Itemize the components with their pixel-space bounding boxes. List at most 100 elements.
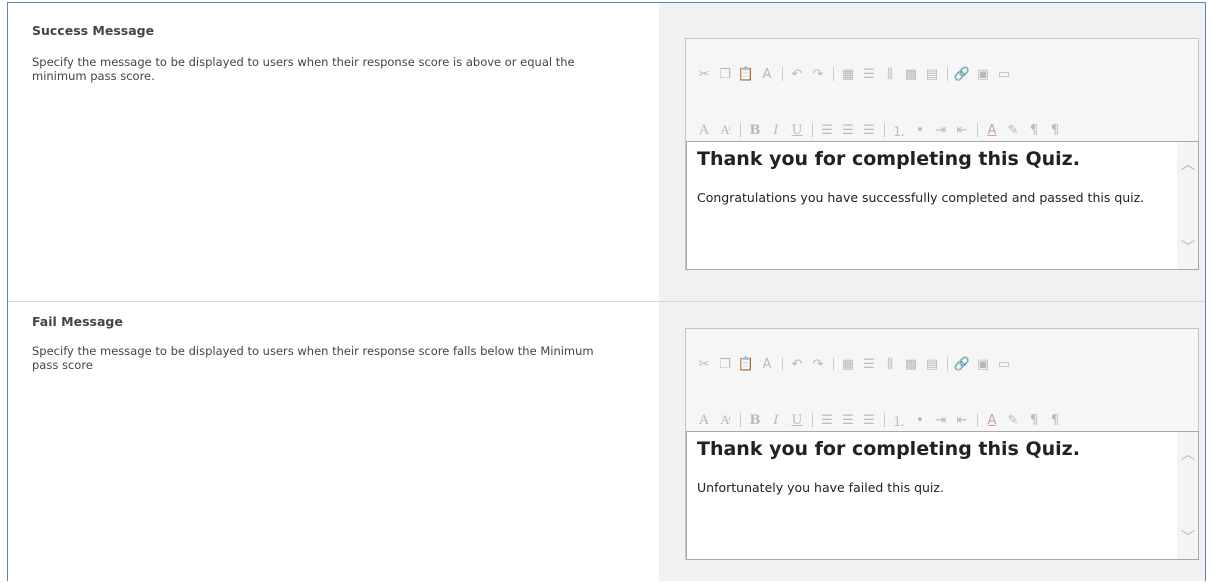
undo-icon[interactable]: ↶ [787, 354, 807, 374]
toolbar-separator [782, 357, 783, 371]
fail-editor-scrollbar[interactable]: ︿ ﹀ [1177, 431, 1199, 560]
insert-field-icon[interactable]: ▭ [994, 354, 1014, 374]
insert-column-icon[interactable]: ⫼ [880, 354, 900, 374]
toolbar-separator [782, 67, 783, 81]
insert-column-icon[interactable]: ⫼ [880, 64, 900, 84]
highlight-icon[interactable]: ✎ [1003, 120, 1023, 140]
link-icon[interactable]: 🔗 [952, 64, 972, 84]
font-icon[interactable]: A [694, 120, 714, 140]
underline-icon[interactable]: U [787, 120, 807, 140]
spellcheck-icon[interactable]: A [757, 354, 777, 374]
toolbar-separator [833, 67, 834, 81]
italic-icon[interactable]: I [766, 410, 786, 430]
success-message-title: Success Message [32, 23, 155, 38]
redo-icon[interactable]: ↷ [808, 354, 828, 374]
toolbar-separator [977, 413, 978, 427]
toolbar-separator [947, 357, 948, 371]
success-editor-content[interactable]: Thank you for completing this Quiz. Cong… [686, 141, 1178, 270]
toolbar-separator [740, 413, 741, 427]
align-center-icon[interactable]: ☰ [838, 410, 858, 430]
numbered-list-icon[interactable]: ⒈ [889, 410, 909, 430]
table-properties-icon[interactable]: ▤ [922, 64, 942, 84]
fail-editor-body: Unfortunately you have failed this quiz. [697, 480, 944, 495]
font-color-icon[interactable]: A [982, 410, 1002, 430]
outdent-icon[interactable]: ⇤ [952, 410, 972, 430]
success-editor-heading: Thank you for completing this Quiz. [697, 148, 1080, 170]
rtl-icon[interactable]: ¶ [1045, 120, 1065, 140]
fail-editor-heading: Thank you for completing this Quiz. [697, 438, 1080, 460]
font-size-icon[interactable]: Aͥ [715, 410, 735, 430]
quiz-message-settings: Success Message Specify the message to b… [7, 2, 1206, 581]
align-left-icon[interactable]: ☰ [817, 410, 837, 430]
success-rich-text-editor: ✂ ❐ 📋 A ↶ ↷ ▦ ☰ ⫼ ▩ ▤ 🔗 ▣ ▭ A Aͥ B I U ☰… [685, 38, 1199, 270]
table-icon[interactable]: ▦ [838, 64, 858, 84]
bullet-list-icon[interactable]: • [910, 120, 930, 140]
ltr-icon[interactable]: ¶ [1024, 410, 1044, 430]
insert-field-icon[interactable]: ▭ [994, 64, 1014, 84]
paste-icon[interactable]: 📋 [736, 64, 756, 84]
indent-icon[interactable]: ⇥ [931, 120, 951, 140]
align-left-icon[interactable]: ☰ [817, 120, 837, 140]
copy-icon[interactable]: ❐ [715, 354, 735, 374]
copy-icon[interactable]: ❐ [715, 64, 735, 84]
chevron-up-icon[interactable]: ︿ [1180, 156, 1196, 173]
font-color-icon[interactable]: A [982, 120, 1002, 140]
success-editor-scrollbar[interactable]: ︿ ﹀ [1177, 141, 1199, 270]
underline-icon[interactable]: U [787, 410, 807, 430]
insert-row-icon[interactable]: ☰ [859, 354, 879, 374]
cut-icon[interactable]: ✂ [694, 64, 714, 84]
grid-icon[interactable]: ▩ [901, 64, 921, 84]
rtl-icon[interactable]: ¶ [1045, 410, 1065, 430]
indent-icon[interactable]: ⇥ [931, 410, 951, 430]
image-icon[interactable]: ▣ [973, 64, 993, 84]
toolbar-separator [812, 413, 813, 427]
spellcheck-icon[interactable]: A [757, 64, 777, 84]
editor-toolbar-row-2: A Aͥ B I U ☰ ☰ ☰ ⒈ • ⇥ ⇤ A ✎ ¶ ¶ [694, 119, 1066, 141]
link-icon[interactable]: 🔗 [952, 354, 972, 374]
fail-message-label-panel: Fail Message Specify the message to be d… [8, 302, 659, 581]
success-message-section: Success Message Specify the message to b… [8, 3, 1205, 301]
table-icon[interactable]: ▦ [838, 354, 858, 374]
editor-toolbar-row-1: ✂ ❐ 📋 A ↶ ↷ ▦ ☰ ⫼ ▩ ▤ 🔗 ▣ ▭ [694, 63, 1015, 85]
font-size-icon[interactable]: Aͥ [715, 120, 735, 140]
image-icon[interactable]: ▣ [973, 354, 993, 374]
font-icon[interactable]: A [694, 410, 714, 430]
fail-message-description: Specify the message to be displayed to u… [32, 344, 594, 372]
chevron-down-icon[interactable]: ﹀ [1180, 239, 1196, 256]
editor-toolbar-row-2: A Aͥ B I U ☰ ☰ ☰ ⒈ • ⇥ ⇤ A ✎ ¶ ¶ [694, 409, 1066, 431]
redo-icon[interactable]: ↷ [808, 64, 828, 84]
bullet-list-icon[interactable]: • [910, 410, 930, 430]
bold-icon[interactable]: B [745, 120, 765, 140]
fail-message-title: Fail Message [32, 314, 123, 329]
success-message-description: Specify the message to be displayed to u… [32, 55, 575, 83]
table-properties-icon[interactable]: ▤ [922, 354, 942, 374]
grid-icon[interactable]: ▩ [901, 354, 921, 374]
cut-icon[interactable]: ✂ [694, 354, 714, 374]
bold-icon[interactable]: B [745, 410, 765, 430]
align-right-icon[interactable]: ☰ [859, 120, 879, 140]
italic-icon[interactable]: I [766, 120, 786, 140]
fail-rich-text-editor: ✂ ❐ 📋 A ↶ ↷ ▦ ☰ ⫼ ▩ ▤ 🔗 ▣ ▭ A Aͥ B I U ☰… [685, 328, 1199, 560]
paste-icon[interactable]: 📋 [736, 354, 756, 374]
fail-editor-content[interactable]: Thank you for completing this Quiz. Unfo… [686, 431, 1178, 560]
insert-row-icon[interactable]: ☰ [859, 64, 879, 84]
fail-message-editor-panel: ✂ ❐ 📋 A ↶ ↷ ▦ ☰ ⫼ ▩ ▤ 🔗 ▣ ▭ A Aͥ B I U ☰… [659, 302, 1205, 581]
undo-icon[interactable]: ↶ [787, 64, 807, 84]
highlight-icon[interactable]: ✎ [1003, 410, 1023, 430]
toolbar-separator [947, 67, 948, 81]
numbered-list-icon[interactable]: ⒈ [889, 120, 909, 140]
fail-message-section: Fail Message Specify the message to be d… [8, 302, 1205, 581]
ltr-icon[interactable]: ¶ [1024, 120, 1044, 140]
outdent-icon[interactable]: ⇤ [952, 120, 972, 140]
toolbar-separator [812, 123, 813, 137]
success-message-editor-panel: ✂ ❐ 📋 A ↶ ↷ ▦ ☰ ⫼ ▩ ▤ 🔗 ▣ ▭ A Aͥ B I U ☰… [659, 3, 1205, 301]
toolbar-separator [833, 357, 834, 371]
success-editor-body: Congratulations you have successfully co… [697, 190, 1145, 205]
success-message-label-panel: Success Message Specify the message to b… [8, 3, 659, 301]
align-center-icon[interactable]: ☰ [838, 120, 858, 140]
align-right-icon[interactable]: ☰ [859, 410, 879, 430]
toolbar-separator [884, 413, 885, 427]
toolbar-separator [740, 123, 741, 137]
chevron-up-icon[interactable]: ︿ [1180, 446, 1196, 463]
chevron-down-icon[interactable]: ﹀ [1180, 529, 1196, 546]
